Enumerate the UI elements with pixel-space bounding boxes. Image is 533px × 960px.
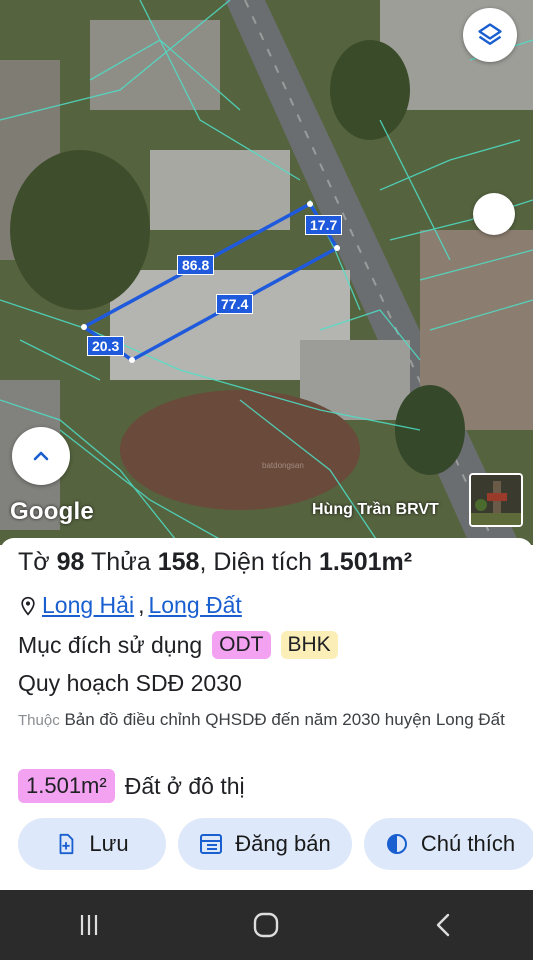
contrast-icon <box>386 834 407 854</box>
sheet-label: Tờ <box>18 548 50 576</box>
area-label: , Diện tích <box>199 548 312 576</box>
location-pin-icon <box>21 596 35 616</box>
save-button-label: Lưu <box>89 831 129 856</box>
parcel-edge-length: 77.4 <box>216 294 254 314</box>
svg-text:batdongsan: batdongsan <box>262 461 304 470</box>
parcel-edge-length: 86.8 <box>177 255 215 275</box>
legend-button-label: Chú thích <box>420 831 516 856</box>
action-buttons: Lưu Đăng bán Chú thích <box>18 818 533 870</box>
layers-icon <box>478 23 502 45</box>
purpose-tag-odt: ODT <box>212 631 271 659</box>
area-value: 1.501m² <box>318 548 413 576</box>
recent-apps-icon <box>80 915 97 935</box>
chevron-up-icon <box>33 451 49 461</box>
add-file-icon <box>59 833 74 855</box>
photo-thumbnail-image <box>471 475 521 525</box>
commune-link[interactable]: Long Hải <box>42 592 134 619</box>
street-photo-thumbnail[interactable] <box>469 473 523 527</box>
plot-label: Thửa <box>90 548 151 576</box>
parcel-edge-length: 17.7 <box>305 215 343 235</box>
parcel-info-sheet: Tờ 98 Thửa 158, Diện tích 1.501m² Long H… <box>0 538 533 890</box>
system-navigation-bar <box>0 890 533 960</box>
purpose-label: Mục đích sử dụng <box>18 631 203 658</box>
parcel-edge-length: 20.3 <box>87 336 125 356</box>
back-icon <box>436 913 450 937</box>
home-button[interactable] <box>236 900 296 950</box>
land-type-row: 1.501m² Đất ở đô thị <box>18 769 245 803</box>
save-button[interactable]: Lưu <box>18 818 166 870</box>
legend-button[interactable]: Chú thích <box>364 818 533 870</box>
home-icon <box>254 912 279 938</box>
satellite-map[interactable]: batdongsan 17.7 86.8 77.4 20.3 Google Hù… <box>0 0 533 545</box>
location-separator: , <box>138 592 145 618</box>
land-area-badge: 1.501m² <box>18 769 115 803</box>
back-button[interactable] <box>414 900 474 950</box>
satellite-imagery: batdongsan <box>0 0 533 545</box>
recent-apps-button[interactable] <box>59 900 119 950</box>
plan-source-text: Bản đồ điều chỉnh QHSDĐ đến năm 2030 huy… <box>64 710 505 729</box>
plan-source: Thuộc Bản đồ điều chỉnh QHSDĐ đến năm 20… <box>18 706 518 735</box>
purpose-tag-bhk: BHK <box>280 631 338 659</box>
district-link[interactable]: Long Đất <box>148 592 241 619</box>
image-credit: Hùng Trần BRVT <box>312 501 439 518</box>
plot-number: 158 <box>157 548 200 576</box>
location-row: Long Hải, Long Đất <box>18 592 242 619</box>
post-sale-button-label: Đăng bán <box>235 831 331 856</box>
map-layers-button[interactable] <box>463 8 517 62</box>
listing-icon <box>200 834 223 854</box>
parcel-title: Tờ 98 Thửa 158, Diện tích 1.501m² <box>18 548 412 577</box>
expand-panel-button[interactable] <box>12 427 70 485</box>
land-type-label: Đất ở đô thị <box>124 772 245 799</box>
land-use-purpose-row: Mục đích sử dụng ODT BHK <box>18 631 338 659</box>
compass-button[interactable] <box>473 193 515 235</box>
post-sale-button[interactable]: Đăng bán <box>178 818 352 870</box>
sheet-number: 98 <box>56 548 85 576</box>
plan-title: Quy hoạch SDĐ 2030 <box>18 670 242 696</box>
google-logo: Google <box>10 498 94 525</box>
plan-source-label: Thuộc <box>18 712 60 729</box>
